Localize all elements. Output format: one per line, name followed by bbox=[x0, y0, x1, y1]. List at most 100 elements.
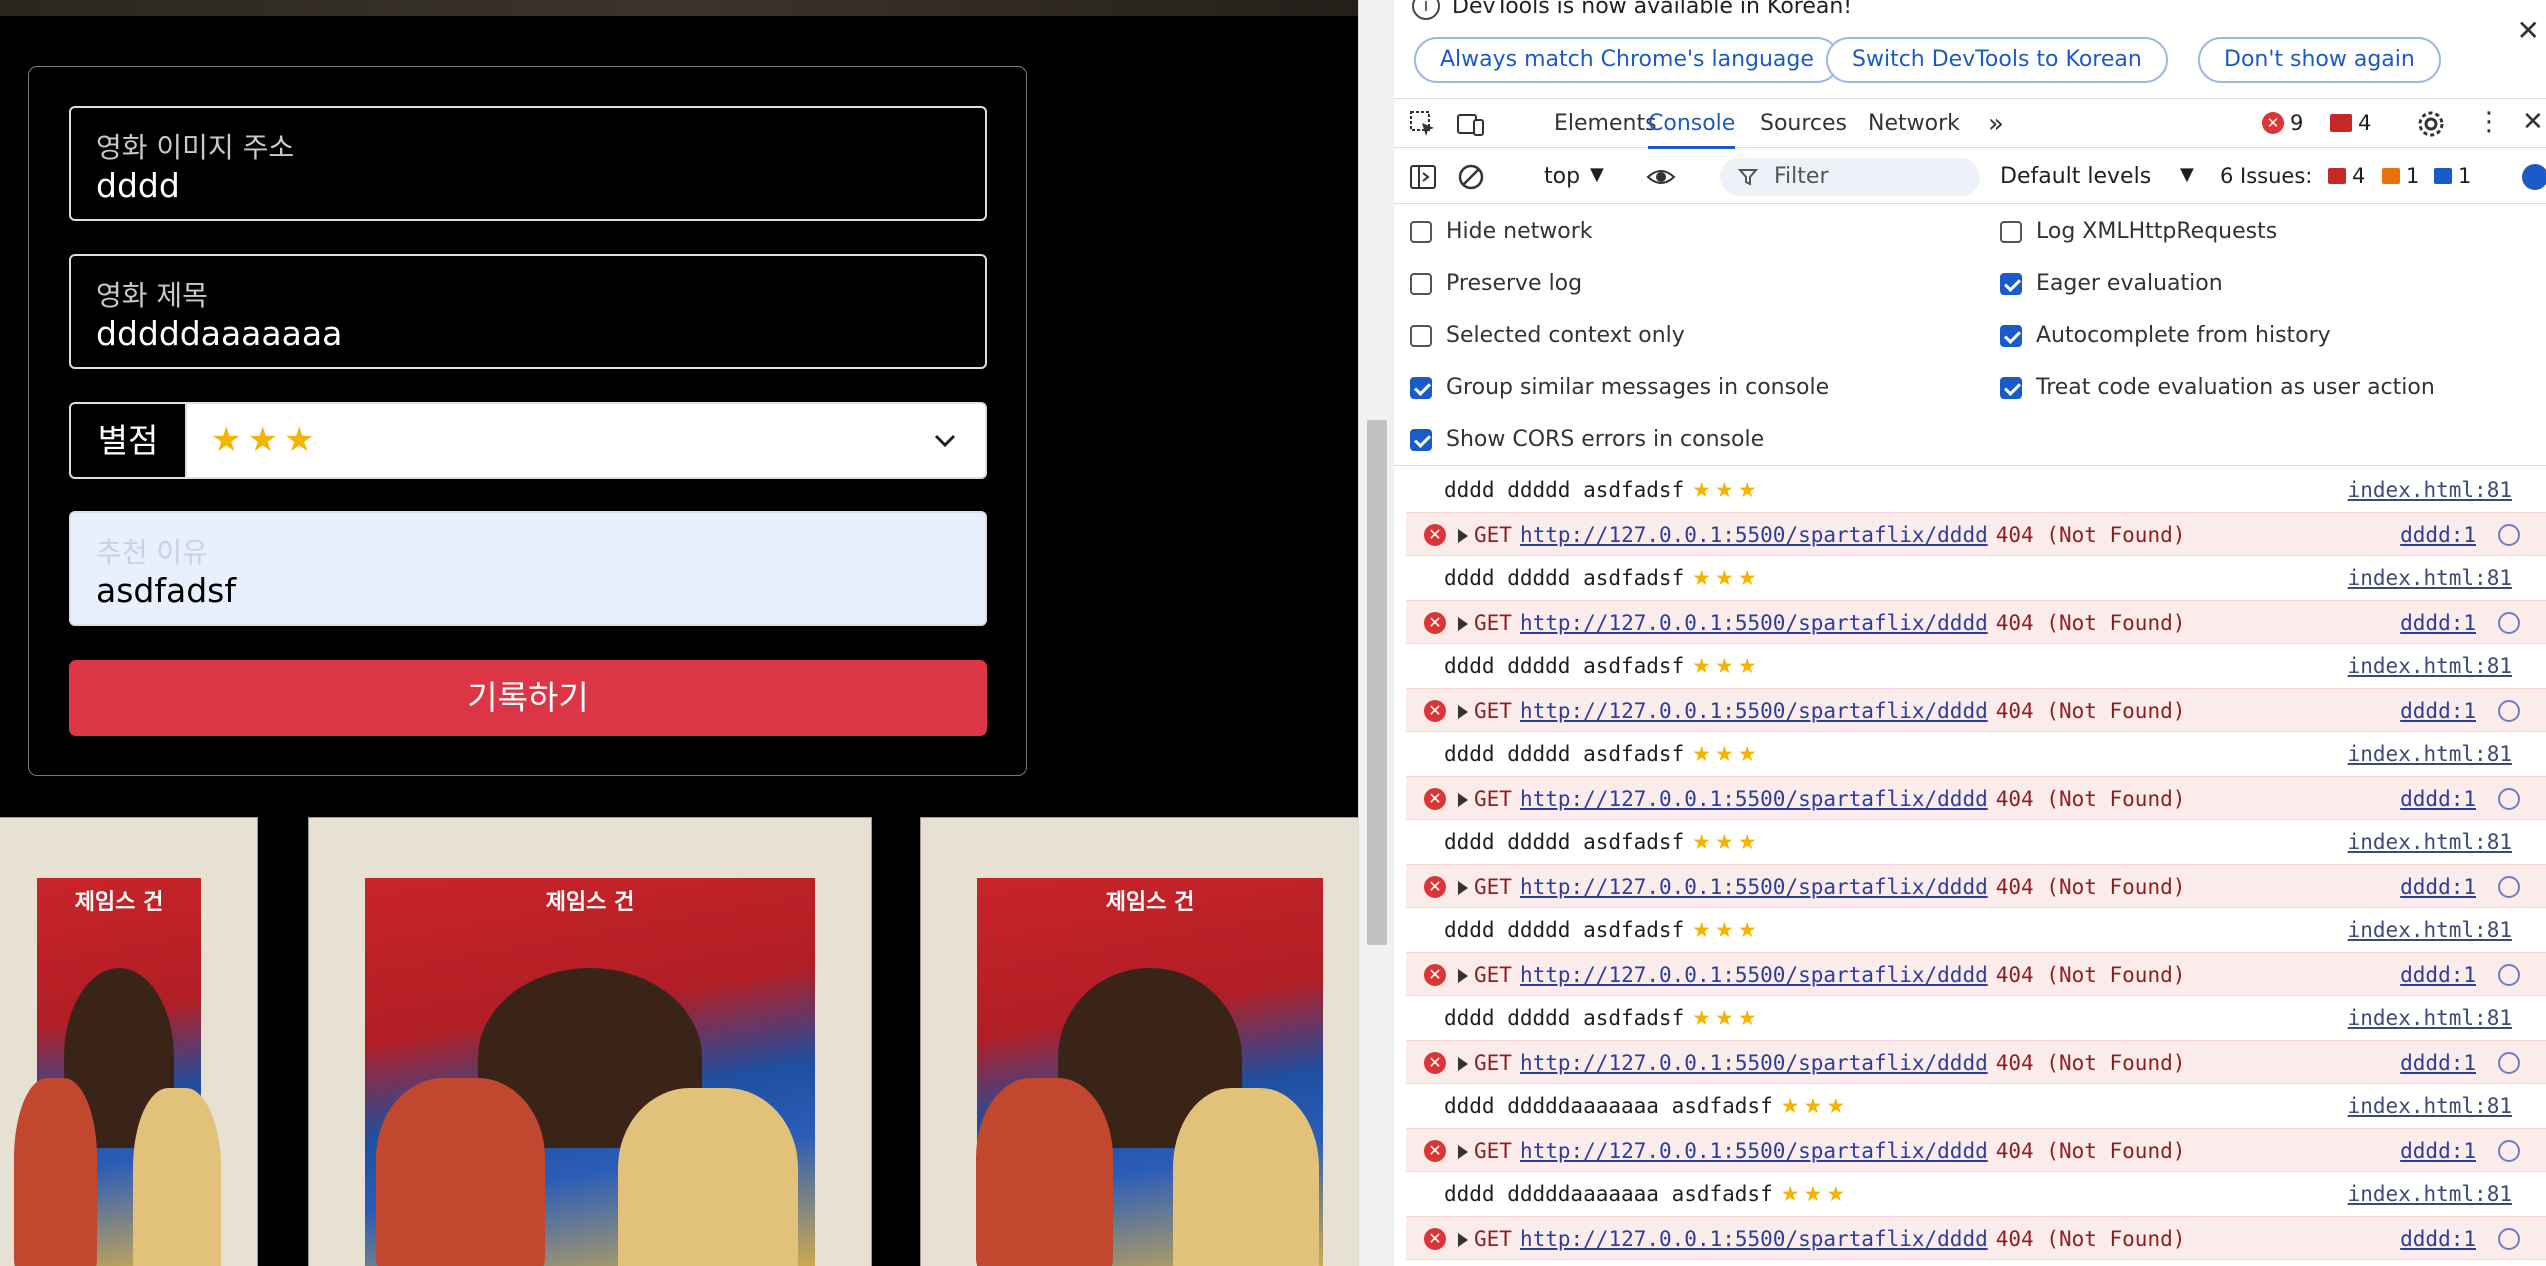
request-url-link[interactable]: http://127.0.0.1:5500/spartaflix/dddd bbox=[1520, 611, 1988, 635]
network-reveal-icon[interactable] bbox=[2498, 964, 2520, 986]
issues-label[interactable]: 6 Issues: bbox=[2220, 164, 2312, 188]
treat-code-checkbox[interactable] bbox=[2000, 377, 2022, 399]
preserve-log-checkbox[interactable] bbox=[1410, 273, 1432, 295]
request-url-link[interactable]: http://127.0.0.1:5500/spartaflix/dddd bbox=[1520, 963, 1988, 987]
log-levels-select[interactable]: Default levels bbox=[2000, 164, 2151, 189]
console-error-row[interactable]: ✕ GET http://127.0.0.1:5500/spartaflix/ddd… bbox=[1406, 864, 2546, 908]
tab-console[interactable]: Console bbox=[1648, 99, 1736, 149]
tab-sources[interactable]: Sources bbox=[1760, 99, 1847, 149]
request-url-link[interactable]: http://127.0.0.1:5500/spartaflix/dddd bbox=[1520, 1051, 1988, 1075]
console-error-row[interactable]: ✕ GET http://127.0.0.1:5500/spartaflix/ddd… bbox=[1406, 952, 2546, 996]
close-devtools-icon[interactable]: ✕ bbox=[2522, 107, 2544, 137]
network-reveal-icon[interactable] bbox=[2498, 612, 2520, 634]
network-reveal-icon[interactable] bbox=[2498, 524, 2520, 546]
console-error-row[interactable]: ✕ GET http://127.0.0.1:5500/spartaflix/ddd… bbox=[1406, 600, 2546, 644]
source-link[interactable]: dddd:1 bbox=[2400, 1051, 2476, 1075]
image-url-value[interactable]: dddd bbox=[96, 166, 180, 205]
levels-dropdown-icon[interactable]: ▼ bbox=[2180, 164, 2194, 185]
source-link[interactable]: index.html:81 bbox=[2348, 478, 2512, 502]
device-toolbar-icon[interactable] bbox=[1456, 109, 1486, 139]
switch-language-button[interactable]: Switch DevTools to Korean bbox=[1826, 37, 2168, 83]
movie-poster-card[interactable]: 제임스 건 bbox=[0, 817, 258, 1266]
issue-warning-icon[interactable] bbox=[2382, 168, 2400, 184]
issues-warning-count[interactable]: 1 bbox=[2406, 164, 2419, 188]
console-error-row[interactable]: ✕ GET http://127.0.0.1:5500/spartaflix/ddd… bbox=[1406, 1040, 2546, 1084]
context-select[interactable]: top bbox=[1544, 164, 1580, 189]
source-link[interactable]: dddd:1 bbox=[2400, 699, 2476, 723]
expand-triangle-icon[interactable] bbox=[1458, 617, 1468, 631]
match-language-button[interactable]: Always match Chrome's language bbox=[1414, 37, 1840, 83]
movie-poster-card[interactable]: 제임스 건 bbox=[308, 817, 872, 1266]
submit-button[interactable]: 기록하기 bbox=[69, 660, 987, 736]
dont-show-again-button[interactable]: Don't show again bbox=[2198, 37, 2441, 83]
source-link[interactable]: index.html:81 bbox=[2348, 918, 2512, 942]
source-link[interactable]: dddd:1 bbox=[2400, 787, 2476, 811]
console-error-row[interactable]: ✕ GET http://127.0.0.1:5500/spartaflix/ddd… bbox=[1406, 776, 2546, 820]
source-link[interactable]: dddd:1 bbox=[2400, 1139, 2476, 1163]
reason-field[interactable]: 추천 이유 asdfadsf bbox=[69, 511, 987, 626]
more-options-icon[interactable]: ⋮ bbox=[2476, 107, 2502, 137]
image-url-field[interactable]: 영화 이미지 주소 dddd bbox=[69, 106, 987, 221]
eager-eval-checkbox[interactable] bbox=[2000, 273, 2022, 295]
request-url-link[interactable]: http://127.0.0.1:5500/spartaflix/dddd bbox=[1520, 1139, 1988, 1163]
rating-select[interactable]: 별점 ★★★ bbox=[69, 402, 987, 479]
error-icon[interactable]: ✕ bbox=[2262, 112, 2284, 134]
source-link[interactable]: dddd:1 bbox=[2400, 1227, 2476, 1251]
source-link[interactable]: index.html:81 bbox=[2348, 742, 2512, 766]
movie-title-value[interactable]: dddddaaaaaaa bbox=[96, 314, 342, 353]
expand-triangle-icon[interactable] bbox=[1458, 969, 1468, 983]
context-dropdown-icon[interactable]: ▼ bbox=[1590, 164, 1604, 185]
source-link[interactable]: dddd:1 bbox=[2400, 611, 2476, 635]
tab-network[interactable]: Network bbox=[1868, 99, 1960, 149]
console-error-row[interactable]: ✕ GET http://127.0.0.1:5500/spartaflix/ddd… bbox=[1406, 512, 2546, 556]
request-url-link[interactable]: http://127.0.0.1:5500/spartaflix/dddd bbox=[1520, 699, 1988, 723]
source-link[interactable]: index.html:81 bbox=[2348, 1006, 2512, 1030]
request-url-link[interactable]: http://127.0.0.1:5500/spartaflix/dddd bbox=[1520, 875, 1988, 899]
source-link[interactable]: dddd:1 bbox=[2400, 523, 2476, 547]
expand-triangle-icon[interactable] bbox=[1458, 793, 1468, 807]
error-count[interactable]: 9 bbox=[2290, 111, 2303, 135]
expand-triangle-icon[interactable] bbox=[1458, 529, 1468, 543]
network-reveal-icon[interactable] bbox=[2498, 1140, 2520, 1162]
request-url-link[interactable]: http://127.0.0.1:5500/spartaflix/dddd bbox=[1520, 1227, 1988, 1251]
close-icon[interactable]: ✕ bbox=[2517, 14, 2540, 47]
source-link[interactable]: index.html:81 bbox=[2348, 1094, 2512, 1118]
network-reveal-icon[interactable] bbox=[2498, 876, 2520, 898]
issue-info-icon[interactable] bbox=[2434, 168, 2452, 184]
expand-triangle-icon[interactable] bbox=[1458, 1057, 1468, 1071]
console-error-row[interactable]: ✕ GET http://127.0.0.1:5500/spartaflix/ddd… bbox=[1406, 1128, 2546, 1172]
hide-network-checkbox[interactable] bbox=[1410, 221, 1432, 243]
inspect-element-icon[interactable] bbox=[1408, 109, 1438, 139]
network-reveal-icon[interactable] bbox=[2498, 1052, 2520, 1074]
reason-value[interactable]: asdfadsf bbox=[96, 571, 236, 610]
issues-info-count[interactable]: 1 bbox=[2458, 164, 2471, 188]
issue-error-icon[interactable] bbox=[2328, 168, 2346, 184]
source-link[interactable]: index.html:81 bbox=[2348, 566, 2512, 590]
movie-poster-card[interactable]: 제임스 건 bbox=[920, 817, 1358, 1266]
expand-triangle-icon[interactable] bbox=[1458, 705, 1468, 719]
console-settings-icon[interactable] bbox=[2522, 164, 2546, 190]
console-error-row[interactable]: ✕ GET http://127.0.0.1:5500/spartaflix/ddd… bbox=[1406, 1216, 2546, 1260]
group-similar-checkbox[interactable] bbox=[1410, 377, 1432, 399]
filter-input[interactable]: Filter bbox=[1720, 158, 1980, 196]
request-url-link[interactable]: http://127.0.0.1:5500/spartaflix/dddd bbox=[1520, 787, 1988, 811]
show-cors-checkbox[interactable] bbox=[1410, 429, 1432, 451]
eye-icon[interactable] bbox=[1646, 162, 1676, 192]
console-error-row[interactable]: ✕ GET http://127.0.0.1:5500/spartaflix/ddd… bbox=[1406, 688, 2546, 732]
scrollbar-thumb[interactable] bbox=[1367, 420, 1387, 945]
warning-message-icon[interactable] bbox=[2330, 114, 2352, 132]
tab-elements[interactable]: Elements bbox=[1554, 99, 1657, 149]
warning-count[interactable]: 4 bbox=[2358, 111, 2371, 135]
source-link[interactable]: dddd:1 bbox=[2400, 875, 2476, 899]
source-link[interactable]: dddd:1 bbox=[2400, 963, 2476, 987]
selected-context-checkbox[interactable] bbox=[1410, 325, 1432, 347]
expand-triangle-icon[interactable] bbox=[1458, 881, 1468, 895]
network-reveal-icon[interactable] bbox=[2498, 1228, 2520, 1250]
more-tabs-icon[interactable]: » bbox=[1988, 99, 2004, 149]
page-scrollbar[interactable] bbox=[1358, 0, 1394, 1266]
network-reveal-icon[interactable] bbox=[2498, 700, 2520, 722]
issues-error-count[interactable]: 4 bbox=[2352, 164, 2365, 188]
log-xhr-checkbox[interactable] bbox=[2000, 221, 2022, 243]
expand-triangle-icon[interactable] bbox=[1458, 1145, 1468, 1159]
movie-title-field[interactable]: 영화 제목 dddddaaaaaaa bbox=[69, 254, 987, 369]
